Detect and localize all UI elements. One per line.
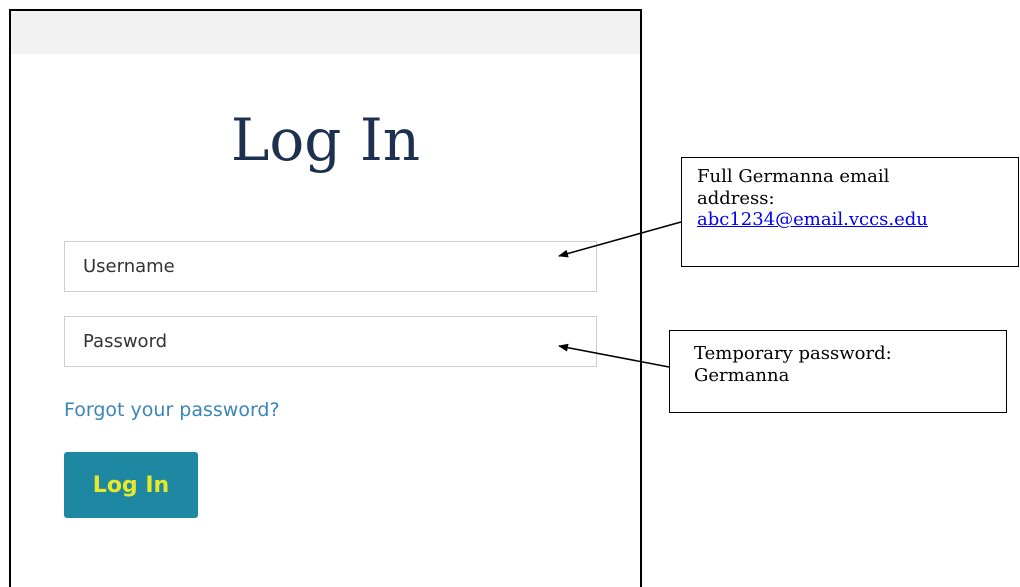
email-callout-line2: address: xyxy=(697,187,775,209)
password-input[interactable] xyxy=(64,316,597,367)
email-callout: Full Germanna email address: abc1234@ema… xyxy=(681,157,1019,267)
email-example-link[interactable]: abc1234@email.vccs.edu xyxy=(697,209,1018,231)
password-callout-line2: Germanna xyxy=(694,364,790,386)
login-panel: Log In Forgot your password? Log In xyxy=(9,9,642,587)
password-callout-line1: Temporary password: xyxy=(694,343,892,364)
panel-top-bar xyxy=(11,11,640,54)
username-input[interactable] xyxy=(64,241,597,292)
email-callout-line1: Full Germanna email xyxy=(697,166,890,187)
page-title: Log In xyxy=(230,106,421,174)
forgot-password-link[interactable]: Forgot your password? xyxy=(64,399,280,421)
password-callout: Temporary password: Germanna xyxy=(669,330,1007,413)
login-button[interactable]: Log In xyxy=(64,452,198,518)
